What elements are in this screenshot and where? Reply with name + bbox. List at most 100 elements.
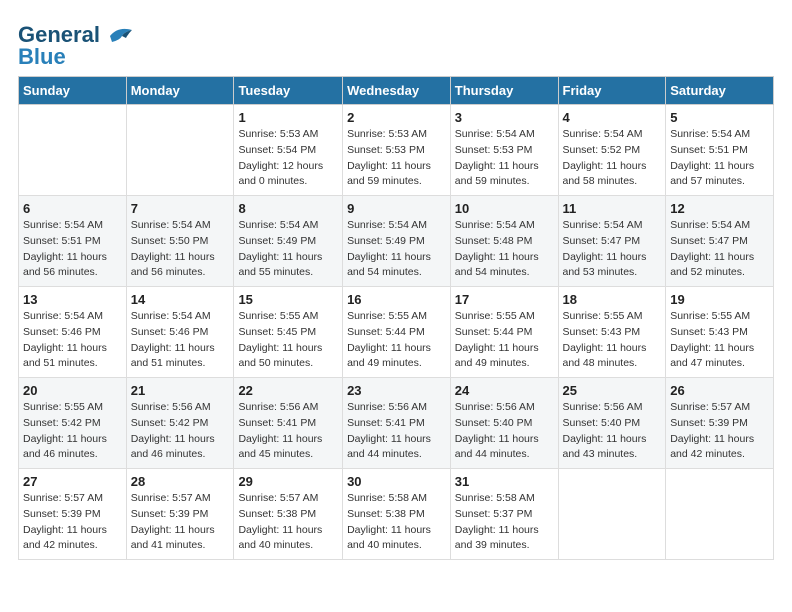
day-number: 21 xyxy=(131,383,230,398)
day-cell: 9 Sunrise: 5:54 AMSunset: 5:49 PMDaylight… xyxy=(343,196,451,287)
day-number: 4 xyxy=(563,110,662,125)
day-number: 12 xyxy=(670,201,769,216)
day-number: 9 xyxy=(347,201,446,216)
day-detail: Sunrise: 5:57 AMSunset: 5:39 PMDaylight:… xyxy=(670,400,769,463)
day-number: 26 xyxy=(670,383,769,398)
day-detail: Sunrise: 5:54 AMSunset: 5:52 PMDaylight:… xyxy=(563,127,662,190)
main-container: General Blue SundayMondayTuesdayWednesda… xyxy=(0,0,792,572)
header-row: General Blue xyxy=(18,18,774,70)
day-cell: 18 Sunrise: 5:55 AMSunset: 5:43 PMDayligh… xyxy=(558,287,666,378)
day-number: 17 xyxy=(455,292,554,307)
calendar-header-row: SundayMondayTuesdayWednesdayThursdayFrid… xyxy=(19,77,774,105)
day-number: 20 xyxy=(23,383,122,398)
day-detail: Sunrise: 5:54 AMSunset: 5:47 PMDaylight:… xyxy=(670,218,769,281)
day-cell: 11 Sunrise: 5:54 AMSunset: 5:47 PMDayligh… xyxy=(558,196,666,287)
day-detail: Sunrise: 5:55 AMSunset: 5:43 PMDaylight:… xyxy=(563,309,662,372)
week-row-5: 27 Sunrise: 5:57 AMSunset: 5:39 PMDayligh… xyxy=(19,469,774,560)
day-number: 30 xyxy=(347,474,446,489)
day-detail: Sunrise: 5:58 AMSunset: 5:38 PMDaylight:… xyxy=(347,491,446,554)
day-cell: 17 Sunrise: 5:55 AMSunset: 5:44 PMDayligh… xyxy=(450,287,558,378)
day-cell: 21 Sunrise: 5:56 AMSunset: 5:42 PMDayligh… xyxy=(126,378,234,469)
day-detail: Sunrise: 5:56 AMSunset: 5:40 PMDaylight:… xyxy=(455,400,554,463)
column-header-sunday: Sunday xyxy=(19,77,127,105)
day-detail: Sunrise: 5:54 AMSunset: 5:46 PMDaylight:… xyxy=(131,309,230,372)
day-cell: 7 Sunrise: 5:54 AMSunset: 5:50 PMDaylight… xyxy=(126,196,234,287)
day-cell: 29Sunrise: 5:57 AMSunset: 5:38 PMDayligh… xyxy=(234,469,343,560)
day-number: 10 xyxy=(455,201,554,216)
day-cell: 13 Sunrise: 5:54 AMSunset: 5:46 PMDayligh… xyxy=(19,287,127,378)
column-header-wednesday: Wednesday xyxy=(343,77,451,105)
day-detail: Sunrise: 5:53 AMSunset: 5:53 PMDaylight:… xyxy=(347,127,446,190)
day-cell xyxy=(558,469,666,560)
day-detail: Sunrise: 5:56 AMSunset: 5:41 PMDaylight:… xyxy=(347,400,446,463)
logo-blue-text: Blue xyxy=(18,44,66,70)
day-cell: 23 Sunrise: 5:56 AMSunset: 5:41 PMDayligh… xyxy=(343,378,451,469)
day-detail: Sunrise: 5:55 AMSunset: 5:44 PMDaylight:… xyxy=(347,309,446,372)
day-cell: 16Sunrise: 5:55 AMSunset: 5:44 PMDayligh… xyxy=(343,287,451,378)
column-header-monday: Monday xyxy=(126,77,234,105)
day-detail: Sunrise: 5:54 AMSunset: 5:49 PMDaylight:… xyxy=(238,218,338,281)
day-cell: 26 Sunrise: 5:57 AMSunset: 5:39 PMDayligh… xyxy=(666,378,774,469)
day-cell xyxy=(666,469,774,560)
day-detail: Sunrise: 5:54 AMSunset: 5:47 PMDaylight:… xyxy=(563,218,662,281)
day-cell: 25 Sunrise: 5:56 AMSunset: 5:40 PMDayligh… xyxy=(558,378,666,469)
day-detail: Sunrise: 5:55 AMSunset: 5:44 PMDaylight:… xyxy=(455,309,554,372)
day-cell: 12 Sunrise: 5:54 AMSunset: 5:47 PMDayligh… xyxy=(666,196,774,287)
day-number: 25 xyxy=(563,383,662,398)
week-row-2: 6Sunrise: 5:54 AMSunset: 5:51 PMDaylight… xyxy=(19,196,774,287)
column-header-friday: Friday xyxy=(558,77,666,105)
day-cell: 27 Sunrise: 5:57 AMSunset: 5:39 PMDayligh… xyxy=(19,469,127,560)
day-cell: 6Sunrise: 5:54 AMSunset: 5:51 PMDaylight… xyxy=(19,196,127,287)
day-number: 7 xyxy=(131,201,230,216)
day-number: 14 xyxy=(131,292,230,307)
day-number: 3 xyxy=(455,110,554,125)
day-number: 13 xyxy=(23,292,122,307)
day-cell: 28 Sunrise: 5:57 AMSunset: 5:39 PMDayligh… xyxy=(126,469,234,560)
day-detail: Sunrise: 5:54 AMSunset: 5:50 PMDaylight:… xyxy=(131,218,230,281)
day-cell xyxy=(19,105,127,196)
day-number: 24 xyxy=(455,383,554,398)
day-number: 19 xyxy=(670,292,769,307)
day-detail: Sunrise: 5:54 AMSunset: 5:48 PMDaylight:… xyxy=(455,218,554,281)
day-cell: 24 Sunrise: 5:56 AMSunset: 5:40 PMDayligh… xyxy=(450,378,558,469)
day-cell: 20 Sunrise: 5:55 AMSunset: 5:42 PMDayligh… xyxy=(19,378,127,469)
day-detail: Sunrise: 5:58 AMSunset: 5:37 PMDaylight:… xyxy=(455,491,554,554)
column-header-saturday: Saturday xyxy=(666,77,774,105)
day-number: 18 xyxy=(563,292,662,307)
day-number: 8 xyxy=(238,201,338,216)
day-cell: 31 Sunrise: 5:58 AMSunset: 5:37 PMDayligh… xyxy=(450,469,558,560)
day-number: 27 xyxy=(23,474,122,489)
day-number: 23 xyxy=(347,383,446,398)
week-row-1: 1Sunrise: 5:53 AMSunset: 5:54 PMDaylight… xyxy=(19,105,774,196)
week-row-4: 20 Sunrise: 5:55 AMSunset: 5:42 PMDayligh… xyxy=(19,378,774,469)
day-cell: 19 Sunrise: 5:55 AMSunset: 5:43 PMDayligh… xyxy=(666,287,774,378)
logo: General Blue xyxy=(18,22,134,70)
logo-bird-icon xyxy=(102,26,134,46)
day-cell: 10 Sunrise: 5:54 AMSunset: 5:48 PMDayligh… xyxy=(450,196,558,287)
day-detail: Sunrise: 5:54 AMSunset: 5:51 PMDaylight:… xyxy=(670,127,769,190)
day-number: 5 xyxy=(670,110,769,125)
day-cell: 2 Sunrise: 5:53 AMSunset: 5:53 PMDaylight… xyxy=(343,105,451,196)
day-cell: 5 Sunrise: 5:54 AMSunset: 5:51 PMDaylight… xyxy=(666,105,774,196)
day-number: 1 xyxy=(238,110,338,125)
day-cell: 1Sunrise: 5:53 AMSunset: 5:54 PMDaylight… xyxy=(234,105,343,196)
day-detail: Sunrise: 5:55 AMSunset: 5:42 PMDaylight:… xyxy=(23,400,122,463)
day-number: 11 xyxy=(563,201,662,216)
day-cell: 22Sunrise: 5:56 AMSunset: 5:41 PMDayligh… xyxy=(234,378,343,469)
day-number: 2 xyxy=(347,110,446,125)
day-detail: Sunrise: 5:54 AMSunset: 5:53 PMDaylight:… xyxy=(455,127,554,190)
day-number: 28 xyxy=(131,474,230,489)
day-detail: Sunrise: 5:57 AMSunset: 5:39 PMDaylight:… xyxy=(131,491,230,554)
day-cell: 4 Sunrise: 5:54 AMSunset: 5:52 PMDaylight… xyxy=(558,105,666,196)
day-detail: Sunrise: 5:54 AMSunset: 5:49 PMDaylight:… xyxy=(347,218,446,281)
day-detail: Sunrise: 5:56 AMSunset: 5:42 PMDaylight:… xyxy=(131,400,230,463)
day-detail: Sunrise: 5:55 AMSunset: 5:43 PMDaylight:… xyxy=(670,309,769,372)
day-number: 22 xyxy=(238,383,338,398)
day-detail: Sunrise: 5:54 AMSunset: 5:46 PMDaylight:… xyxy=(23,309,122,372)
column-header-tuesday: Tuesday xyxy=(234,77,343,105)
day-detail: Sunrise: 5:56 AMSunset: 5:40 PMDaylight:… xyxy=(563,400,662,463)
day-cell: 14 Sunrise: 5:54 AMSunset: 5:46 PMDayligh… xyxy=(126,287,234,378)
day-number: 31 xyxy=(455,474,554,489)
day-detail: Sunrise: 5:55 AMSunset: 5:45 PMDaylight:… xyxy=(238,309,338,372)
day-detail: Sunrise: 5:57 AMSunset: 5:39 PMDaylight:… xyxy=(23,491,122,554)
